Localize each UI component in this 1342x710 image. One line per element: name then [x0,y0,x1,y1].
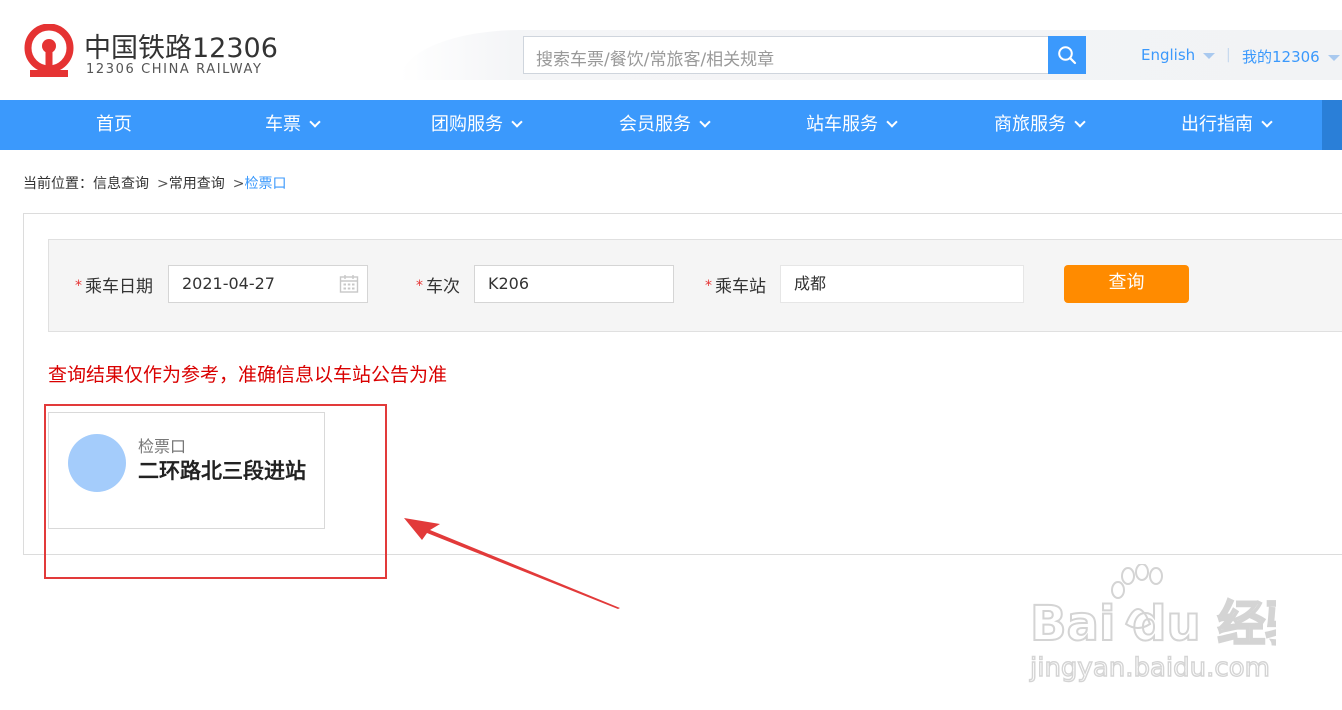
china-railway-logo-icon[interactable] [22,24,76,80]
train-label-text: 车次 [426,277,460,297]
required-mark: * [705,278,712,294]
nav-item-label: 商旅服务 [994,114,1066,135]
chevron-down-icon [1261,116,1273,128]
nav-item-home[interactable]: 首页 [96,100,132,150]
required-mark: * [75,278,82,294]
chevron-down-icon [309,116,321,128]
calendar-icon[interactable] [339,274,359,294]
nav-item-label: 团购服务 [431,114,503,135]
caret-down-icon [1327,54,1340,61]
search-input[interactable]: 搜索车票/餐饮/常旅客/相关规章 [536,45,774,70]
date-label-text: 乘车日期 [85,277,153,297]
nav-item-label: 首页 [96,114,132,135]
nav-item-label: 站车服务 [806,114,878,135]
breadcrumb-separator: > [232,176,245,192]
account-label: 我的12306 [1242,48,1320,66]
caret-down-icon [1203,52,1216,59]
nav-item-group-service[interactable]: 团购服务 [431,100,523,150]
station-value: 成都 [794,274,827,293]
chevron-down-icon [699,116,711,128]
date-value: 2021-04-27 [182,274,275,293]
date-field[interactable]: 2021-04-27 [168,265,368,303]
station-label: * 乘车站 [705,272,766,297]
chevron-down-icon [1074,116,1086,128]
train-number-value: K206 [488,274,530,293]
baidu-jingyan-watermark: Bai du 经验 jingyan.baidu.com [1028,564,1276,684]
nav-item-label: 车票 [265,114,301,135]
breadcrumb: 当前位置：信息查询 >常用查询 >检票口 [23,173,286,193]
nav-edge [1322,100,1342,150]
nav-item-label: 会员服务 [619,114,691,135]
date-label: * 乘车日期 [75,272,153,297]
chevron-down-icon [511,116,523,128]
language-selector[interactable]: English [1141,46,1216,64]
query-button[interactable]: 查询 [1064,265,1189,303]
nav-item-tickets[interactable]: 车票 [265,100,321,150]
site-header: 中国铁路12306 12306 CHINA RAILWAY 搜索车票/餐饮/常旅… [0,0,1342,100]
notice-text: 查询结果仅作为参考，准确信息以车站公告为准 [48,364,448,386]
annotation-arrow-icon [404,518,620,609]
breadcrumb-item-info-query[interactable]: 信息查询 [93,176,149,192]
account-menu[interactable]: 我的12306 [1242,46,1340,67]
chevron-down-icon [886,116,898,128]
train-number-field[interactable]: K206 [474,265,674,303]
station-label-text: 乘车站 [715,277,766,297]
nav-item-station-service[interactable]: 站车服务 [806,100,898,150]
brand-subtitle: 12306 CHINA RAILWAY [86,62,263,77]
breadcrumb-item-current: 检票口 [244,176,287,192]
search-icon [1058,46,1077,65]
search-field[interactable]: 搜索车票/餐饮/常旅客/相关规章 [523,36,1049,74]
nav-item-member-service[interactable]: 会员服务 [619,100,711,150]
breadcrumb-item-common-query[interactable]: 常用查询 [169,176,225,192]
language-label: English [1141,46,1196,64]
breadcrumb-separator: > [157,176,169,192]
station-field[interactable]: 成都 [780,265,1024,303]
train-label: * 车次 [416,272,460,297]
required-mark: * [416,278,423,294]
annotation-box [44,404,387,579]
nav-item-travel-guide[interactable]: 出行指南 [1181,100,1273,150]
search-button[interactable] [1048,36,1086,74]
watermark-url: jingyan.baidu.com [1029,653,1270,683]
brand-title[interactable]: 中国铁路12306 [84,26,278,65]
header-separator: | [1226,47,1231,63]
main-nav: 首页 车票 团购服务 会员服务 站车服务 商旅服务 出行指南 [0,100,1342,150]
nav-item-label: 出行指南 [1181,114,1253,135]
breadcrumb-prefix: 当前位置： [23,176,93,192]
watermark-brand: Bai du 经验 [1030,596,1276,652]
nav-item-business-travel[interactable]: 商旅服务 [994,100,1086,150]
